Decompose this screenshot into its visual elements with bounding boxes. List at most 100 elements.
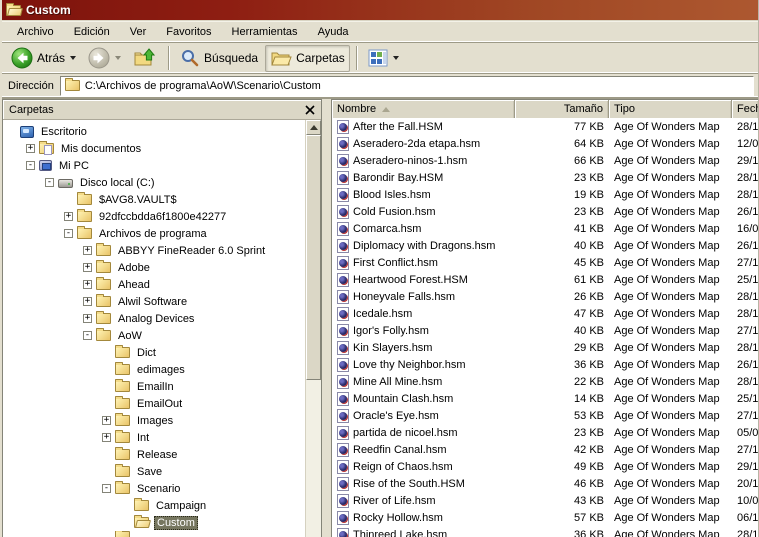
file-size: 23 KB <box>574 205 604 218</box>
tree-item[interactable]: - Disco local (C:) <box>3 174 305 191</box>
tree-item[interactable]: Campaign <box>3 497 305 514</box>
tree-toggle[interactable]: - <box>26 161 35 170</box>
tree-item[interactable]: - Archivos de programa <box>3 225 305 242</box>
file-row[interactable]: Love thy Neighbor.hsm 36 KB Age Of Wonde… <box>332 356 758 373</box>
file-row[interactable]: Mountain Clash.hsm 14 KB Age Of Wonders … <box>332 390 758 407</box>
forward-dropdown-icon[interactable] <box>115 56 122 60</box>
back-button[interactable]: Atrás <box>6 45 81 72</box>
file-row[interactable]: partida de nicoel.hsm 23 KB Age Of Wonde… <box>332 424 758 441</box>
file-row[interactable]: Cold Fusion.hsm 23 KB Age Of Wonders Map… <box>332 203 758 220</box>
tree-item[interactable]: Release <box>3 446 305 463</box>
tree-toggle[interactable]: + <box>83 314 92 323</box>
forward-button[interactable] <box>83 45 126 72</box>
tree-item[interactable]: + Ahead <box>3 276 305 293</box>
file-row[interactable]: First Conflict.hsm 45 KB Age Of Wonders … <box>332 254 758 271</box>
file-row[interactable]: Mine All Mine.hsm 22 KB Age Of Wonders M… <box>332 373 758 390</box>
scrollbar-thumb[interactable] <box>306 135 321 380</box>
tree-item[interactable]: EmailIn <box>3 378 305 395</box>
file-row[interactable]: Igor's Folly.hsm 40 KB Age Of Wonders Ma… <box>332 322 758 339</box>
search-button[interactable]: Búsqueda <box>175 45 263 72</box>
back-dropdown-icon[interactable] <box>70 56 77 60</box>
tree-item[interactable]: $AVG8.VAULT$ <box>3 191 305 208</box>
file-name: After the Fall.HSM <box>353 120 443 133</box>
folders-button[interactable]: Carpetas <box>265 44 350 72</box>
tree-item[interactable]: - AoW <box>3 327 305 344</box>
tree-toggle[interactable]: + <box>26 144 35 153</box>
close-icon[interactable] <box>305 104 315 115</box>
tree-item[interactable]: + 92dfccbdda6f1800e42277 <box>3 208 305 225</box>
tree-item[interactable]: + Analog Devices <box>3 310 305 327</box>
menu-item[interactable]: Herramientas <box>223 23 307 41</box>
tree-item[interactable]: + Mis documentos <box>3 140 305 157</box>
file-row[interactable]: Comarca.hsm 41 KB Age Of Wonders Map 16/… <box>332 220 758 237</box>
file-row[interactable]: River of Life.hsm 43 KB Age Of Wonders M… <box>332 492 758 509</box>
tree-item[interactable]: + Images <box>3 412 305 429</box>
column-header-tamano[interactable]: Tamaño <box>515 100 609 118</box>
title-bar[interactable]: Custom <box>2 0 758 21</box>
tree-toggle[interactable]: + <box>102 416 111 425</box>
column-header-fecha[interactable]: Fech <box>732 100 758 118</box>
tree-item[interactable]: Save <box>3 463 305 480</box>
menu-item[interactable]: Archivo <box>8 23 63 41</box>
file-row[interactable]: Kin Slayers.hsm 29 KB Age Of Wonders Map… <box>332 339 758 356</box>
file-row[interactable]: After the Fall.HSM 77 KB Age Of Wonders … <box>332 118 758 135</box>
tree-toggle[interactable]: + <box>64 212 73 221</box>
tree-item[interactable]: Custom <box>3 514 305 531</box>
tree-item[interactable]: + Adobe <box>3 259 305 276</box>
column-header-tipo[interactable]: Tipo <box>609 100 732 118</box>
tree-scrollbar[interactable] <box>305 120 321 537</box>
column-header-nombre[interactable]: Nombre <box>332 100 515 118</box>
file-name: Barondir Bay.HSM <box>353 171 444 184</box>
file-date: 28/1 <box>737 528 758 537</box>
file-row[interactable]: Reedfin Canal.hsm 42 KB Age Of Wonders M… <box>332 441 758 458</box>
file-row[interactable]: Oracle's Eye.hsm 53 KB Age Of Wonders Ma… <box>332 407 758 424</box>
file-row[interactable]: Aseradero-2da etapa.hsm 64 KB Age Of Won… <box>332 135 758 152</box>
file-type: Age Of Wonders Map <box>614 273 720 286</box>
tree-toggle[interactable]: + <box>83 263 92 272</box>
tree-toggle[interactable]: + <box>83 280 92 289</box>
file-type: Age Of Wonders Map <box>614 120 720 133</box>
up-button[interactable] <box>128 45 162 72</box>
tree-toggle[interactable]: + <box>102 433 111 442</box>
menu-item[interactable]: Edición <box>65 23 119 41</box>
file-row[interactable]: Reign of Chaos.hsm 49 KB Age Of Wonders … <box>332 458 758 475</box>
tree-toggle[interactable]: + <box>83 297 92 306</box>
menu-item[interactable]: Ver <box>121 23 156 41</box>
tree-item[interactable]: Escritorio <box>3 123 305 140</box>
tree-toggle[interactable]: - <box>83 331 92 340</box>
views-dropdown-icon[interactable] <box>392 56 399 60</box>
menu-item[interactable]: Ayuda <box>309 23 358 41</box>
tree-toggle[interactable]: - <box>102 484 111 493</box>
tree-item[interactable]: Dict <box>3 344 305 361</box>
file-row[interactable]: Aseradero-ninos-1.hsm 66 KB Age Of Wonde… <box>332 152 758 169</box>
address-input[interactable]: C:\Archivos de programa\AoW\Scenario\Cus… <box>59 75 754 96</box>
scroll-up-button[interactable] <box>306 120 321 135</box>
file-row[interactable]: Thinreed Lake.hsm 36 KB Age Of Wonders M… <box>332 526 758 537</box>
tree-item[interactable]: - Scenario <box>3 480 305 497</box>
menu-item[interactable]: Favoritos <box>157 23 220 41</box>
file-row[interactable]: Honeyvale Falls.hsm 26 KB Age Of Wonders… <box>332 288 758 305</box>
tree-item[interactable]: + Int <box>3 429 305 446</box>
folders-panel-header: Carpetas <box>3 100 321 120</box>
tree-item[interactable]: edimages <box>3 361 305 378</box>
file-row[interactable]: Barondir Bay.HSM 23 KB Age Of Wonders Ma… <box>332 169 758 186</box>
tree-item[interactable] <box>3 531 305 537</box>
panel-splitter[interactable] <box>322 99 331 537</box>
file-row[interactable]: Icedale.hsm 47 KB Age Of Wonders Map 28/… <box>332 305 758 322</box>
file-row[interactable]: Heartwood Forest.HSM 61 KB Age Of Wonder… <box>332 271 758 288</box>
tree-toggle[interactable]: - <box>64 229 73 238</box>
file-type: Age Of Wonders Map <box>614 341 720 354</box>
tree-item[interactable]: EmailOut <box>3 395 305 412</box>
file-row[interactable]: Diplomacy with Dragons.hsm 40 KB Age Of … <box>332 237 758 254</box>
file-row[interactable]: Blood Isles.hsm 19 KB Age Of Wonders Map… <box>332 186 758 203</box>
tree-item[interactable]: + Alwil Software <box>3 293 305 310</box>
tree-item[interactable]: + ABBYY FineReader 6.0 Sprint <box>3 242 305 259</box>
tree-toggle[interactable]: - <box>45 178 54 187</box>
folder-icon <box>115 481 130 494</box>
tree-toggle[interactable]: + <box>83 246 92 255</box>
views-button[interactable] <box>363 45 404 72</box>
file-row[interactable]: Rocky Hollow.hsm 57 KB Age Of Wonders Ma… <box>332 509 758 526</box>
tree-item[interactable]: - Mi PC <box>3 157 305 174</box>
file-name: Rocky Hollow.hsm <box>353 511 443 524</box>
file-row[interactable]: Rise of the South.HSM 46 KB Age Of Wonde… <box>332 475 758 492</box>
